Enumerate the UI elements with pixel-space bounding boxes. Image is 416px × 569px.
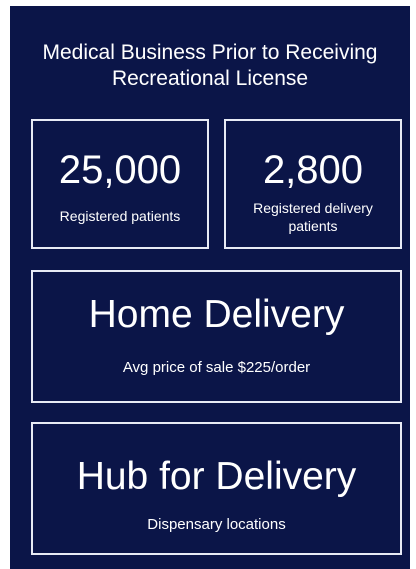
stat-card-registered-patients: 25,000 Registered patients <box>31 119 209 249</box>
stat-value: 25,000 <box>58 148 182 192</box>
stat-value: 2,800 <box>262 148 364 192</box>
home-delivery-title: Home Delivery <box>88 293 345 336</box>
slide-title: Medical Business Prior to Receiving Recr… <box>42 41 378 90</box>
stat-card-delivery-patients: 2,800 Registered delivery patients <box>224 119 402 249</box>
hub-subtitle: Dispensary locations <box>147 516 286 533</box>
home-delivery-subtitle: Avg price of sale $225/order <box>122 359 311 376</box>
stat-label: Registered patients <box>59 208 181 224</box>
home-delivery-card: Home Delivery Avg price of sale $225/ord… <box>31 270 402 403</box>
hub-card: Hub for Delivery Dispensary locations <box>31 422 402 555</box>
hub-title: Hub for Delivery <box>76 455 357 498</box>
slide-panel: Medical Business Prior to Receiving Recr… <box>10 6 410 569</box>
stat-label: Registered delivery patients <box>253 200 373 234</box>
